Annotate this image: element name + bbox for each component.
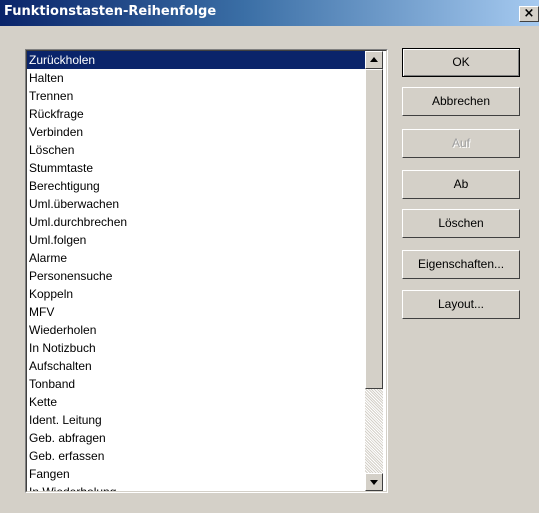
dialog-window: Funktionstasten-Reihenfolge × Zurückhole… [0,0,539,513]
list-item[interactable]: Uml.folgen [27,231,365,249]
list-frame: Zurückholen Halten Trennen Rückfrage Verbind… [26,50,387,492]
close-button[interactable]: × [519,6,539,22]
list-items: Zurückholen Halten Trennen Rückfrage Verbind… [27,51,365,491]
list-item[interactable]: Geb. abfragen [27,429,365,447]
list-item[interactable]: Fangen [27,465,365,483]
list-item[interactable]: Zurückholen [27,51,365,69]
list-item[interactable]: Wiederholen [27,321,365,339]
list-item[interactable]: Ident. Leitung [27,411,365,429]
move-up-button[interactable]: Auf [402,129,520,158]
list-item[interactable]: Verbinden [27,123,365,141]
list-item[interactable]: In Wiederholung [27,483,365,491]
list-item[interactable]: Uml.durchbrechen [27,213,365,231]
window-title: Funktionstasten-Reihenfolge [4,4,217,19]
list-item[interactable]: Aufschalten [27,357,365,375]
vertical-scrollbar[interactable] [365,51,383,491]
list-item[interactable]: Alarme [27,249,365,267]
list-item[interactable]: Personensuche [27,267,365,285]
scroll-up-button[interactable] [365,51,383,69]
cancel-button[interactable]: Abbrechen [402,87,520,116]
list-item[interactable]: Stummtaste [27,159,365,177]
function-key-list[interactable]: Zurückholen Halten Trennen Rückfrage Verbind… [25,49,388,493]
delete-button[interactable]: Löschen [402,209,520,238]
ok-button[interactable]: OK [402,48,520,77]
arrow-up-icon [370,57,378,62]
list-item[interactable]: Tonband [27,375,365,393]
list-item[interactable]: Halten [27,69,365,87]
close-icon: × [523,6,535,21]
list-item[interactable]: Löschen [27,141,365,159]
list-item[interactable]: In Notizbuch [27,339,365,357]
list-item[interactable]: Koppeln [27,285,365,303]
properties-button[interactable]: Eigenschaften... [402,250,520,279]
move-down-button[interactable]: Ab [402,170,520,199]
list-item[interactable]: Geb. erfassen [27,447,365,465]
list-item[interactable]: Berechtigung [27,177,365,195]
list-item[interactable]: Rückfrage [27,105,365,123]
list-item[interactable]: Uml.überwachen [27,195,365,213]
list-item[interactable]: Kette [27,393,365,411]
list-item[interactable]: MFV [27,303,365,321]
arrow-down-icon [370,480,378,485]
layout-button[interactable]: Layout... [402,290,520,319]
title-bar[interactable]: Funktionstasten-Reihenfolge × [0,0,539,26]
scroll-down-button[interactable] [365,473,383,491]
list-item[interactable]: Trennen [27,87,365,105]
scroll-thumb[interactable] [365,69,383,389]
